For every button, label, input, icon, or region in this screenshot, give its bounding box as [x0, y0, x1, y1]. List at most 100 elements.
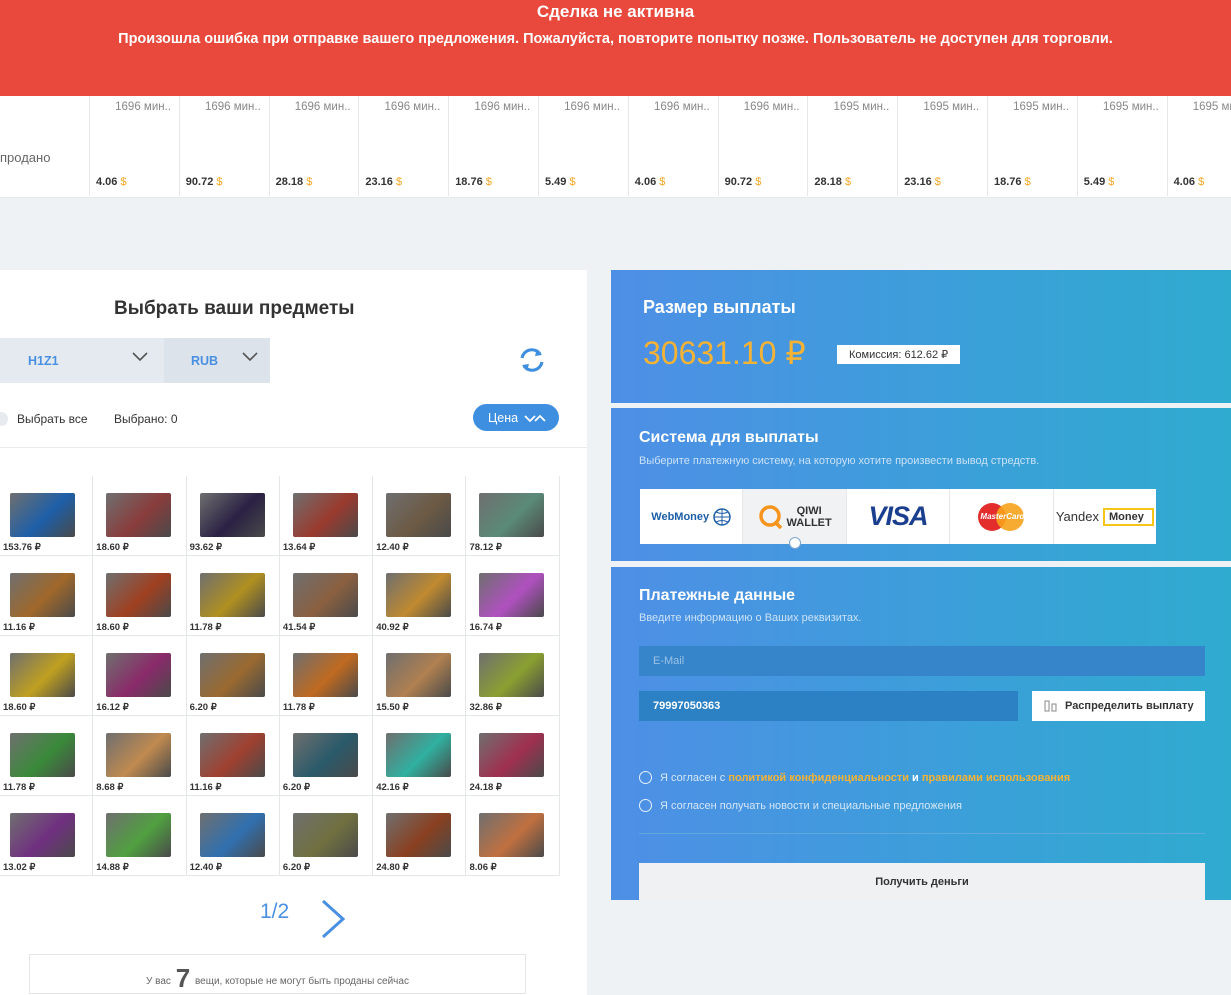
inventory-item[interactable]: 11.78 ₽ — [186, 556, 280, 636]
phone-field[interactable]: 79997050363 — [639, 691, 1018, 721]
note-count: 7 — [175, 963, 191, 993]
sold-time: 1695 мин.. — [1192, 101, 1231, 113]
email-field[interactable]: E-Mail — [639, 646, 1205, 676]
inventory-item[interactable]: 93.62 ₽ — [186, 476, 280, 556]
payment-details-title: Платежные данные — [639, 587, 796, 604]
inventory-item[interactable]: 153.76 ₽ — [0, 476, 94, 556]
sort-price-button[interactable]: Цена — [473, 404, 559, 431]
inventory-item[interactable]: 41.54 ₽ — [279, 556, 374, 636]
terms-of-use-link[interactable]: правилами использования — [922, 772, 1070, 784]
next-page-arrow-icon[interactable] — [318, 898, 348, 940]
item-thumbnail — [479, 733, 545, 777]
sold-time: 1696 мин.. — [115, 101, 171, 113]
item-thumbnail — [386, 813, 452, 857]
inventory-panel: Выбрать ваши предметы H1Z1 RUB Выбрать в… — [0, 270, 587, 995]
item-thumbnail — [199, 813, 265, 857]
item-thumbnail — [292, 733, 358, 777]
inventory-item[interactable]: 14.88 ₽ — [93, 796, 187, 876]
privacy-policy-link[interactable]: политикой конфиденциальности — [728, 772, 909, 784]
inventory-item[interactable]: 24.80 ₽ — [373, 796, 467, 876]
payment-system-title: Система для выплаты — [639, 429, 819, 446]
inventory-item[interactable]: 11.16 ₽ — [0, 556, 94, 636]
qiwi-option[interactable]: QIWI WALLET — [743, 489, 847, 549]
item-price: 12.40 ₽ — [376, 542, 409, 553]
inventory-item[interactable]: 18.60 ₽ — [93, 476, 187, 556]
webmoney-option[interactable]: WebMoney — [640, 489, 744, 544]
item-thumbnail — [479, 573, 545, 617]
newsletter-checkbox[interactable]: Я согласен получать новости и специальны… — [639, 799, 962, 812]
inventory-item[interactable]: 12.40 ₽ — [373, 476, 467, 556]
inventory-item[interactable]: 6.20 ₽ — [279, 716, 374, 796]
unsellable-note: У вас 7 вещи, которые не могут быть прод… — [29, 954, 526, 994]
item-thumbnail — [199, 573, 265, 617]
select-all-radio[interactable] — [0, 412, 8, 426]
item-price: 18.60 ₽ — [96, 622, 129, 633]
inventory-item[interactable]: 42.16 ₽ — [373, 716, 467, 796]
item-thumbnail — [106, 573, 172, 617]
item-price: 11.78 ₽ — [189, 622, 222, 633]
error-message: Произошла ошибка при отправке вашего пре… — [118, 31, 1113, 47]
item-price: 15.50 ₽ — [376, 702, 409, 713]
item-price: 16.12 ₽ — [96, 702, 129, 713]
inventory-item[interactable]: 18.60 ₽ — [93, 556, 187, 636]
distribute-payout-button[interactable]: Распределить выплату — [1032, 691, 1205, 721]
inventory-item[interactable]: 13.64 ₽ — [279, 476, 374, 556]
item-thumbnail — [479, 813, 545, 857]
item-thumbnail — [386, 573, 452, 617]
item-price: 41.54 ₽ — [282, 622, 316, 633]
inventory-item[interactable]: 6.20 ₽ — [279, 796, 374, 876]
inventory-item[interactable]: 13.02 ₽ — [0, 796, 94, 876]
item-thumbnail — [199, 493, 265, 537]
inventory-item[interactable]: 11.78 ₽ — [279, 636, 374, 716]
inventory-item[interactable]: 11.78 ₽ — [0, 716, 94, 796]
sort-chevrons-icon — [524, 414, 546, 422]
qiwi-label-1: QIWI — [796, 504, 822, 517]
terms-checkbox[interactable]: Я согласен с политикой конфиденциальност… — [639, 771, 1070, 784]
sold-price: 5.49 $ — [545, 176, 576, 188]
currency-select[interactable]: RUB — [164, 338, 270, 383]
sold-item: 1696 мин.. 5.49 $ — [538, 96, 628, 196]
item-thumbnail — [386, 493, 452, 537]
sold-price: 4.06 $ — [634, 176, 666, 188]
item-price: 11.16 ₽ — [3, 622, 35, 633]
inventory-item[interactable]: 16.74 ₽ — [466, 556, 560, 636]
game-select[interactable]: H1Z1 — [0, 338, 164, 383]
inventory-item[interactable]: 15.50 ₽ — [373, 636, 467, 716]
refresh-icon[interactable] — [517, 345, 547, 375]
terms-radio[interactable] — [639, 771, 652, 784]
inventory-item[interactable]: 12.40 ₽ — [186, 796, 280, 876]
sold-item: 1695 мин.. 23.16 $ — [897, 96, 987, 196]
item-price: 18.60 ₽ — [96, 542, 129, 553]
inventory-item[interactable]: 11.16 ₽ — [186, 716, 280, 796]
sold-time: 1696 мин.. — [384, 101, 441, 113]
inventory-item[interactable]: 8.06 ₽ — [466, 796, 560, 876]
item-thumbnail — [10, 493, 75, 537]
payment-system-panel: Система для выплаты Выберите платежную с… — [611, 408, 1231, 561]
chevron-down-icon — [132, 352, 148, 362]
mastercard-option[interactable]: MasterCard — [950, 489, 1054, 544]
inventory-item[interactable]: 6.20 ₽ — [186, 636, 280, 716]
inventory-item[interactable]: 32.86 ₽ — [466, 636, 560, 716]
newsletter-radio[interactable] — [639, 799, 652, 812]
item-thumbnail — [10, 573, 75, 617]
inventory-item[interactable]: 24.18 ₽ — [466, 716, 560, 796]
item-thumbnail — [386, 653, 452, 697]
inventory-item[interactable]: 78.12 ₽ — [466, 476, 560, 556]
inventory-item[interactable]: 18.60 ₽ — [0, 636, 94, 716]
sold-price: 90.72 $ — [724, 176, 762, 188]
item-price: 153.76 ₽ — [3, 542, 41, 553]
sold-time: 1696 мин.. — [474, 101, 531, 113]
yandex-money-option[interactable]: Yandex Money — [1054, 489, 1156, 544]
select-all-label[interactable]: Выбрать все — [17, 412, 88, 426]
item-price: 93.62 ₽ — [189, 542, 223, 553]
inventory-item[interactable]: 40.92 ₽ — [373, 556, 467, 636]
inventory-item[interactable]: 16.12 ₽ — [93, 636, 187, 716]
mastercard-logo-text: MasterCard — [980, 511, 1025, 521]
item-price: 40.92 ₽ — [376, 622, 409, 633]
globe-icon — [713, 507, 731, 526]
inventory-item[interactable]: 8.68 ₽ — [93, 716, 187, 796]
visa-option[interactable]: VISA — [847, 489, 951, 544]
chevron-down-icon — [242, 352, 258, 362]
yandex-logo: Yandex — [1055, 509, 1099, 524]
get-money-button[interactable]: Получить деньги — [639, 863, 1205, 900]
